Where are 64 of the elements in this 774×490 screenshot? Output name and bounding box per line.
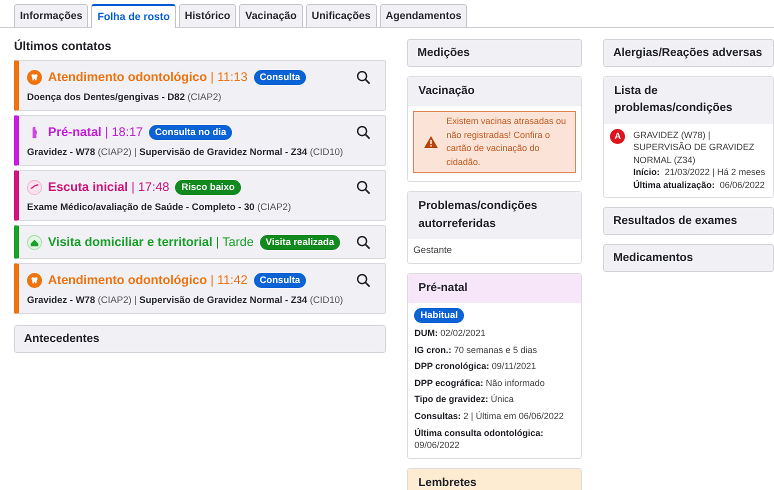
search-icon[interactable] (356, 70, 372, 84)
contact-details: Doença dos Dentes/gengivas - D82 (CIAP2) (27, 92, 222, 103)
section-title: Últimos contatos (14, 39, 112, 53)
contact-details: Exame Médico/avaliação de Saúde - Completo - 30 (CIAP2) (27, 202, 292, 213)
problem-text: GRAVIDEZ (W78) | SUPERVISÃO DE GRAVIDEZ NORMAL (Z34) (633, 128, 756, 166)
section-title: Medições (417, 47, 470, 59)
status-badge: Consulta no dia (148, 124, 232, 140)
update-text: Última atualização: 06/06/2022 (633, 178, 766, 192)
warning-icon (424, 136, 438, 148)
section-header[interactable]: Resultados de exames (603, 207, 774, 236)
start-text: Início: 21/03/2022 | Há 2 meses (633, 166, 766, 179)
contact-card[interactable]: Visita domiciliar e territorial | Tarde Visita realizada (14, 225, 386, 259)
field-text: DUM: 02/02/2021 (414, 327, 486, 340)
card-title: Problemas/condições autorreferidas (408, 192, 582, 239)
search-icon[interactable] (356, 124, 372, 140)
field-text: Consultas: 2 | Última em 06/06/2022 (414, 410, 564, 423)
tab[interactable]: Agendamentos (380, 4, 468, 27)
card-title: Vacinação (408, 77, 582, 106)
section-header[interactable]: Medicamentos (603, 244, 774, 272)
status-badge: Risco baixo (175, 180, 241, 194)
tab[interactable]: Informações (14, 4, 88, 27)
contact-title: Pré-natal | 18:17 (48, 125, 143, 139)
status-badge: Consulta (254, 70, 306, 84)
field-text: DPP ecográfica: Não informado (414, 376, 545, 390)
house-icon (27, 234, 42, 250)
section-title: Resultados de exames (613, 215, 738, 228)
field-text: Tipo de gravidez: Única (414, 393, 514, 406)
contact-title: Escuta inicial | 17:48 (48, 180, 170, 194)
contact-title: Visita domiciliar e territorial | Tarde (48, 235, 254, 249)
section-header[interactable]: Alergias/Reações adversas (603, 39, 774, 67)
tab[interactable]: Histórico (178, 4, 236, 27)
contact-details: Gravidez - W78 (CIAP2) | Supervisão de Gravidez Normal - Z34 (CID10) (27, 295, 344, 306)
tab[interactable]: Vacinação (239, 4, 303, 27)
field-text: Última consulta odontológica: 09/06/2022 (414, 426, 544, 452)
tab[interactable]: Unificações (306, 4, 377, 27)
section-header[interactable]: Medições (407, 39, 582, 67)
card-title: Lembretes (408, 468, 582, 490)
contact-card[interactable]: Pré-natal | 18:17 Consulta no dia Gravidez - W78 (CIAP2) | Supervisão de Gravidez Normal - Z34 (CID10) (14, 115, 386, 166)
field-text: IG cron.: 70 semanas e 5 dias (414, 344, 537, 356)
section-header[interactable]: Antecedentes (14, 325, 386, 353)
status-badge: Visita realizada (260, 234, 340, 250)
tab[interactable]: Folha de rosto (91, 4, 176, 28)
risk-badge: Habitual (414, 308, 464, 323)
search-icon[interactable] (356, 272, 372, 288)
search-icon[interactable] (356, 180, 372, 194)
contact-card[interactable]: Escuta inicial | 17:48 Risco baixo Exame Médico/avaliação de Saúde - Completo - 30 (CIAP2) (14, 170, 386, 221)
tooth-icon (27, 70, 42, 84)
card-title: Lista de problemas/condições (604, 77, 773, 124)
contact-title: Atendimento odontológico | 11:42 (48, 273, 248, 287)
condition-text: Gestante (412, 244, 453, 258)
field-text: DPP cronológica: 09/11/2021 (414, 360, 536, 373)
search-icon[interactable] (356, 234, 372, 250)
contact-card[interactable]: Atendimento odontológico | 11:42 Consulta Gravidez - W78 (CIAP2) | Supervisão de Gravidez Normal - Z34 (CID10) (14, 263, 386, 314)
contact-details: Gravidez - W78 (CIAP2) | Supervisão de Gravidez Normal - Z34 (CID10) (27, 147, 344, 158)
section-title: Medicamentos (613, 252, 694, 264)
alert-text: Existem vacinas atrasadas ou não registradas! Confira o cartão de vacinação do cidadão. (446, 115, 567, 169)
contact-title: Atendimento odontológico | 11:13 (48, 70, 248, 84)
status-badge: Consulta (254, 272, 306, 288)
section-title: Alergias/Reações adversas (613, 47, 762, 59)
active-badge: A (610, 128, 626, 144)
tooth-icon (27, 272, 42, 288)
section-title: Antecedentes (24, 333, 100, 345)
contact-card[interactable]: Atendimento odontológico | 11:13 Consulta Doença dos Dentes/gengivas - D82 (CIAP2) (14, 60, 386, 111)
card-title: Pré-natal (408, 274, 582, 303)
